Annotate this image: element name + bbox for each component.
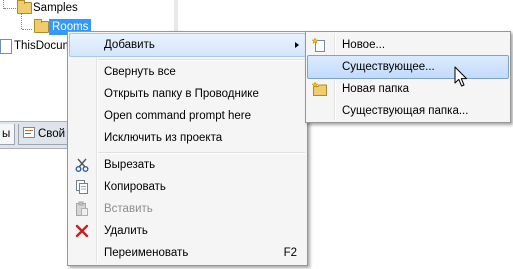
tab-solution-explorer[interactable]: ы bbox=[0, 124, 16, 145]
folder-icon bbox=[17, 0, 32, 14]
tree-connector bbox=[22, 29, 32, 30]
menu-item-open-command-prompt[interactable]: Open command prompt here bbox=[70, 105, 305, 127]
delete-x-icon bbox=[74, 223, 90, 239]
menu-item-exclude-from-project[interactable]: Исключить из проекта bbox=[70, 127, 305, 149]
menu-item-label: Вставить bbox=[104, 203, 153, 215]
menu-item-label: Открыть папку в Проводнике bbox=[104, 88, 259, 100]
paste-icon bbox=[74, 201, 90, 217]
tree-item-label: ThisDocum bbox=[14, 40, 73, 52]
tab-label: ы bbox=[2, 128, 11, 140]
new-folder-icon bbox=[311, 81, 328, 97]
menu-item-label: Open command prompt here bbox=[104, 110, 252, 122]
submenu-arrow-icon bbox=[295, 42, 299, 48]
menu-item-add[interactable]: Добавить bbox=[69, 33, 306, 57]
menu-item-label: Удалить bbox=[104, 225, 148, 237]
menu-item-cut[interactable]: Вырезать bbox=[70, 154, 305, 176]
tab-properties[interactable]: Свой bbox=[18, 124, 71, 145]
menu-item-label: Существующая папка... bbox=[342, 105, 469, 117]
scissors-icon bbox=[74, 157, 90, 173]
submenu-item-new-item[interactable]: Новое... bbox=[308, 34, 508, 56]
menu-item-collapse-all[interactable]: Свернуть все bbox=[70, 61, 305, 83]
document-icon bbox=[0, 39, 12, 54]
properties-icon bbox=[23, 125, 35, 138]
tree-connector bbox=[21, 14, 22, 29]
menu-item-label: Добавить bbox=[104, 39, 155, 51]
menu-item-label: Переименовать bbox=[104, 247, 189, 259]
submenu-item-existing-folder[interactable]: Существующая папка... bbox=[308, 100, 508, 122]
menu-item-label: Вырезать bbox=[104, 159, 156, 171]
menu-item-delete[interactable]: Удалить bbox=[70, 220, 305, 242]
new-item-icon bbox=[311, 37, 328, 53]
menu-item-paste: Вставить bbox=[70, 198, 305, 220]
menu-item-label: Исключить из проекта bbox=[104, 132, 223, 144]
menu-item-open-in-explorer[interactable]: Открыть папку в Проводнике bbox=[70, 83, 305, 105]
folder-icon bbox=[34, 19, 49, 33]
add-submenu: Новое... Существующее... Новая папка Сущ… bbox=[305, 31, 511, 123]
submenu-item-new-folder[interactable]: Новая папка bbox=[308, 78, 508, 100]
tree-item-label: Samples bbox=[33, 2, 78, 14]
copy-icon bbox=[74, 179, 90, 195]
menu-item-label: Свернуть все bbox=[104, 66, 176, 78]
tree-connector bbox=[4, 8, 16, 9]
menu-item-label: Новая папка bbox=[342, 83, 410, 95]
menu-item-label: Существующее... bbox=[342, 61, 435, 73]
mouse-cursor-icon bbox=[454, 66, 467, 87]
menu-item-shortcut: F2 bbox=[283, 247, 297, 259]
context-menu: Добавить Свернуть все Открыть папку в Пр… bbox=[67, 31, 308, 266]
menu-item-rename[interactable]: Переименовать F2 bbox=[70, 242, 305, 264]
submenu-item-existing-item[interactable]: Существующее... bbox=[307, 55, 509, 79]
menu-item-copy[interactable]: Копировать bbox=[70, 176, 305, 198]
menu-item-label: Новое... bbox=[342, 39, 386, 51]
tab-label: Свой bbox=[38, 128, 66, 140]
menu-item-label: Копировать bbox=[104, 181, 166, 193]
